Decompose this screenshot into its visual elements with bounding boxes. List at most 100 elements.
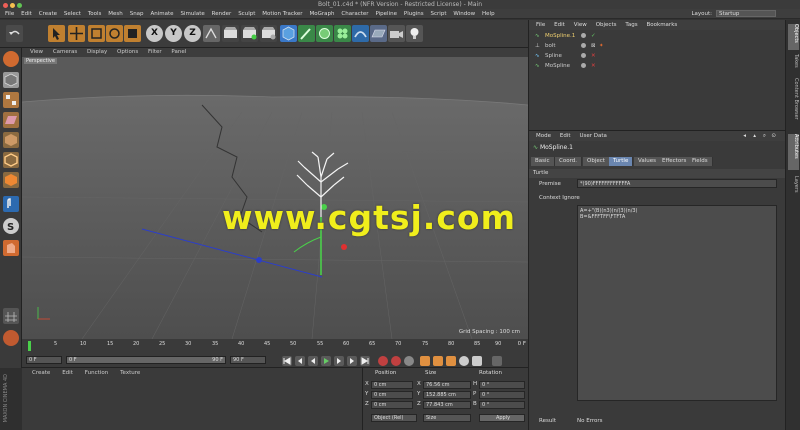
model-mode-icon[interactable] [3,72,19,88]
menu-mesh[interactable]: Mesh [108,9,122,19]
subdivision-surface-icon[interactable] [316,25,333,42]
visibility-dot-icon[interactable] [581,63,586,68]
menu-script[interactable]: Script [431,9,447,19]
viewport-menu-cameras[interactable]: Cameras [53,49,77,55]
attr-menu-user-data[interactable]: User Data [580,133,607,139]
side-tab-attributes[interactable]: Attributes [788,134,799,170]
tag-icon[interactable]: ✦ [599,41,604,51]
object-row[interactable]: ∿ Spline ✕ [529,51,786,61]
up-arrow-icon[interactable]: ▴ [753,131,756,141]
object-menu-bookmarks[interactable]: Bookmarks [647,22,678,28]
points-mode-icon[interactable] [3,132,19,148]
tab-fields[interactable]: Fields [688,157,713,166]
side-tab-content-browser[interactable]: Content Browser [788,78,799,138]
array-object-icon[interactable] [334,25,351,42]
y-axis-lock-button[interactable]: Y [165,25,182,42]
apply-button[interactable]: Apply [479,414,525,422]
position-key-icon[interactable] [420,356,430,366]
menu-snap[interactable]: Snap [130,9,144,19]
lock-icon[interactable]: ⊙ [771,131,776,141]
menu-help[interactable]: Help [482,9,495,19]
go-to-end-icon[interactable] [360,356,370,366]
x-axis-handle[interactable] [256,257,262,263]
side-tab-layers[interactable]: Layers [788,176,799,200]
next-key-icon[interactable] [347,356,357,366]
pen-spline-icon[interactable] [298,25,315,42]
rot-h-input[interactable]: 0 ° [479,381,525,389]
check-icon[interactable]: ✓ [591,31,596,41]
grid-icon[interactable] [3,308,19,324]
render-settings-icon[interactable] [260,25,277,42]
z-axis-handle[interactable] [341,244,347,250]
back-arrow-icon[interactable]: ◂ [743,131,746,141]
tab-basic[interactable]: Basic [531,157,555,166]
pos-x-input[interactable]: 0 cm [371,381,413,389]
layout-selector[interactable]: Layout: Startup [691,10,776,17]
sculpt-icon[interactable] [3,240,19,256]
make-editable-icon[interactable] [3,51,19,67]
object-row[interactable]: ∿ MoSpline ✕ [529,61,786,71]
visibility-dot-icon[interactable] [581,43,586,48]
object-menu-edit[interactable]: Edit [554,22,565,28]
light-icon[interactable] [406,25,423,42]
recent-tool-icon[interactable] [124,25,141,42]
rotation-key-icon[interactable] [433,356,443,366]
viewport-menu-view[interactable]: View [30,49,43,55]
z-axis-lock-button[interactable]: Z [184,25,201,42]
disabled-x-icon[interactable]: ✕ [591,51,596,61]
pla-key-icon[interactable] [472,356,482,366]
viewport-menu-options[interactable]: Options [117,49,138,55]
material-menu-texture[interactable]: Texture [120,370,140,376]
next-frame-icon[interactable] [334,356,344,366]
attr-menu-edit[interactable]: Edit [560,133,571,139]
scale-tool-icon[interactable] [88,25,105,42]
attr-menu-mode[interactable]: Mode [536,133,551,139]
texture-mode-icon[interactable] [3,92,19,108]
menu-window[interactable]: Window [453,9,475,19]
camera-icon[interactable] [388,25,405,42]
param-key-icon[interactable] [459,356,469,366]
magnet-icon[interactable] [3,330,19,346]
size-y-input[interactable]: 152.885 cm [423,391,471,399]
x-axis-lock-button[interactable]: X [146,25,163,42]
menu-file[interactable]: File [5,9,14,19]
undo-icon[interactable] [6,25,23,42]
rules-textarea[interactable]: A=+"(B)(n3)(n/(3)(n/3) B=&FFFTFF\FTFTA [577,205,777,401]
go-to-start-icon[interactable] [282,356,292,366]
layout-dropdown[interactable]: Startup [716,10,776,17]
size-z-input[interactable]: 77.843 cm [423,401,471,409]
object-menu-tags[interactable]: Tags [625,22,637,28]
render-view-icon[interactable] [222,25,239,42]
object-row[interactable]: ⊥ bolt ⊠ ✦ [529,41,786,51]
workplane-icon[interactable] [3,112,19,128]
menu-create[interactable]: Create [39,9,57,19]
tab-coord[interactable]: Coord. [555,157,582,166]
menu-render[interactable]: Render [212,9,232,19]
move-tool-icon[interactable] [68,25,85,42]
premise-input[interactable]: *(90)FFFFFFFFFFFFA [577,179,777,188]
autokey-icon[interactable] [391,356,401,366]
cube-object-icon[interactable] [280,25,297,42]
menu-simulate[interactable]: Simulate [180,9,204,19]
keyframe-selection-icon[interactable] [404,356,414,366]
enable-axis-icon[interactable] [3,196,19,212]
visibility-dot-icon[interactable] [581,33,586,38]
viewport-menu-filter[interactable]: Filter [148,49,162,55]
menu-edit[interactable]: Edit [21,9,32,19]
close-icon[interactable] [3,3,8,8]
tab-turtle[interactable]: Turtle [609,157,634,166]
floor-icon[interactable] [370,25,387,42]
deformer-icon[interactable] [352,25,369,42]
pos-z-input[interactable]: 0 cm [371,401,413,409]
zoom-icon[interactable] [17,3,22,8]
edges-mode-icon[interactable] [3,152,19,168]
size-mode-dropdown[interactable]: Size [423,414,471,422]
tab-object[interactable]: Object [583,157,610,166]
rot-b-input[interactable]: 0 ° [479,401,525,409]
end-frame-field[interactable]: 90 F [230,356,266,364]
object-menu-objects[interactable]: Objects [596,22,617,28]
pos-y-input[interactable]: 0 cm [371,391,413,399]
material-menu-edit[interactable]: Edit [62,370,73,376]
snap-icon[interactable]: S [3,218,19,234]
menu-select[interactable]: Select [64,9,81,19]
